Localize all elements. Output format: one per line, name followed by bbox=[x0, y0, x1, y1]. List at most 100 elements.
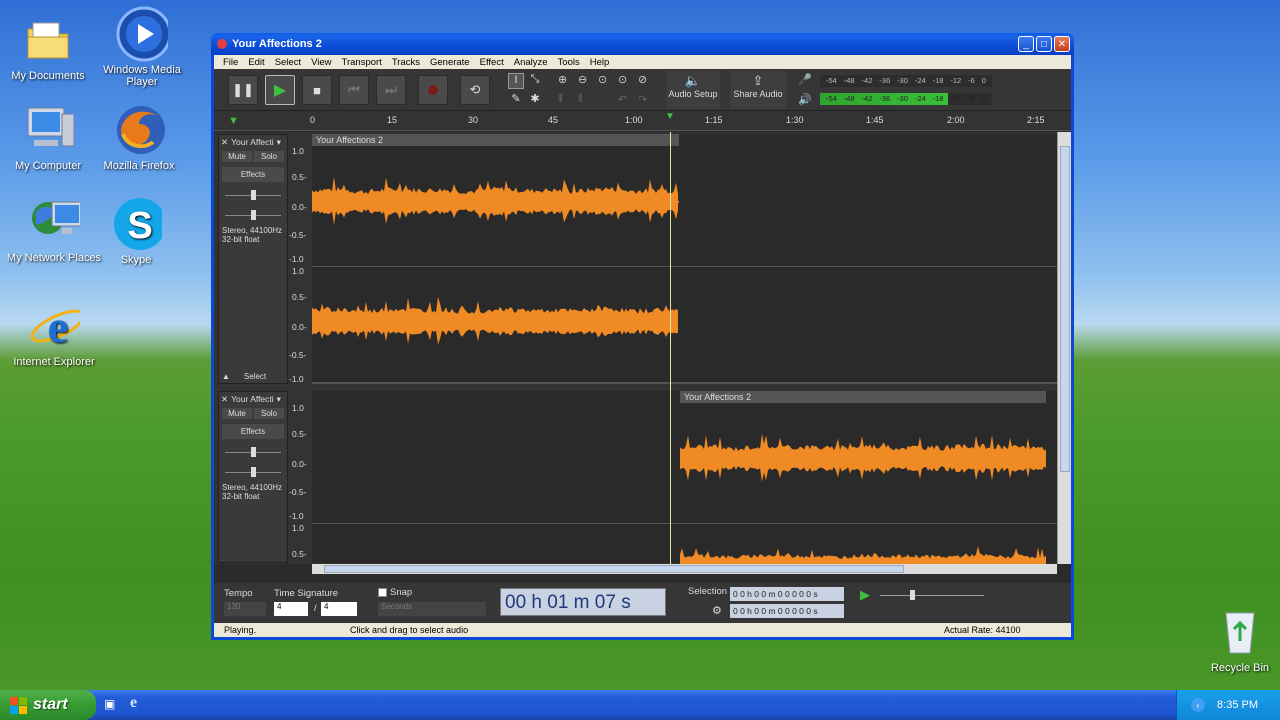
loop-button[interactable]: ⟲ bbox=[460, 75, 490, 105]
menu-file[interactable]: File bbox=[218, 57, 243, 68]
mute-button[interactable]: Mute bbox=[222, 151, 252, 162]
tempo-input[interactable]: 120 bbox=[224, 602, 266, 616]
draw-tool-icon[interactable]: ✎ bbox=[508, 92, 524, 108]
timeline-ruler[interactable]: ▼ 0 15 30 45 1:00 1:15 1:30 1:45 2:00 2:… bbox=[214, 111, 1071, 131]
pan-slider[interactable] bbox=[225, 467, 281, 477]
desktop-icon-windows-media-player[interactable]: Windows Media Player bbox=[100, 6, 184, 88]
track-select-button[interactable]: ▲ Select bbox=[222, 372, 284, 381]
track-header[interactable]: ✕ Your Affecti ▾ bbox=[219, 392, 287, 407]
ruler-tick: 2:15 bbox=[1027, 115, 1045, 125]
microphone-icon[interactable]: 🎤 bbox=[798, 73, 812, 86]
track-waveform-area[interactable]: Your Affections 2 bbox=[312, 391, 1057, 564]
envelope-tool-icon[interactable]: ⤡ bbox=[527, 73, 543, 89]
multi-tool-icon[interactable]: ✱ bbox=[527, 92, 543, 108]
playback-meter[interactable]: -54 -48 -42 -36 -30 -24 -18 -12 -6 0 bbox=[820, 93, 992, 105]
menu-tools[interactable]: Tools bbox=[553, 57, 585, 68]
start-button[interactable]: start bbox=[0, 690, 96, 720]
zoom-toggle-icon[interactable]: ⊘ bbox=[638, 73, 647, 86]
audacity-window: Your Affections 2 _ □ ✕ File Edit Select… bbox=[211, 33, 1074, 640]
svg-text:S: S bbox=[127, 205, 152, 247]
skip-start-button[interactable]: ⏮ bbox=[339, 75, 369, 105]
clip-title[interactable]: Your Affections 2 bbox=[680, 391, 1046, 403]
mute-button[interactable]: Mute bbox=[222, 408, 252, 419]
menu-help[interactable]: Help bbox=[585, 57, 615, 68]
fit-selection-icon[interactable]: ⊙ bbox=[598, 73, 607, 86]
close-track-icon[interactable]: ✕ bbox=[221, 394, 228, 405]
time-display[interactable]: 00 h 01 m 07 s bbox=[500, 588, 666, 616]
track-menu-icon[interactable]: ▾ bbox=[277, 394, 281, 405]
desktop-icon-firefox[interactable]: Mozilla Firefox bbox=[97, 104, 181, 172]
gain-slider[interactable] bbox=[225, 447, 281, 457]
vertical-scrollbar[interactable] bbox=[1057, 132, 1071, 564]
close-button[interactable]: ✕ bbox=[1054, 36, 1070, 52]
desktop-icon-my-network-places[interactable]: My Network Places bbox=[7, 196, 101, 264]
close-track-icon[interactable]: ✕ bbox=[221, 137, 228, 148]
desktop-icon-my-computer[interactable]: My Computer bbox=[6, 104, 90, 172]
share-audio-button[interactable]: ⇪ Share Audio bbox=[730, 71, 786, 109]
menu-effect[interactable]: Effect bbox=[475, 57, 509, 68]
trim-icon[interactable]: ⫴ bbox=[558, 93, 563, 106]
selection-start[interactable]: 0 0 h 0 0 m 0 0 0 0 0 s bbox=[730, 587, 844, 601]
track-name: Your Affecti bbox=[231, 137, 274, 147]
window-titlebar[interactable]: Your Affections 2 bbox=[211, 33, 1074, 55]
solo-button[interactable]: Solo bbox=[254, 151, 284, 162]
menu-view[interactable]: View bbox=[306, 57, 336, 68]
desktop-icon-skype[interactable]: S Skype bbox=[94, 198, 178, 266]
desktop-icon-recycle-bin[interactable]: Recycle Bin bbox=[1198, 606, 1280, 674]
undo-icon[interactable]: ↶ bbox=[618, 93, 627, 106]
menu-generate[interactable]: Generate bbox=[425, 57, 475, 68]
playback-speed-slider[interactable] bbox=[880, 590, 984, 600]
selection-settings-icon[interactable]: ⚙ bbox=[712, 604, 722, 617]
snap-unit-select[interactable]: Seconds bbox=[378, 602, 486, 616]
fit-project-icon[interactable]: ⊙ bbox=[618, 73, 627, 86]
status-state: Playing. bbox=[224, 625, 257, 635]
time-signature-denominator[interactable]: 4 bbox=[321, 602, 357, 616]
app-icon bbox=[217, 39, 227, 49]
selection-tool-icon[interactable]: I bbox=[508, 73, 524, 89]
solo-button[interactable]: Solo bbox=[254, 408, 284, 419]
menu-transport[interactable]: Transport bbox=[337, 57, 387, 68]
zoom-in-icon[interactable]: ⊕ bbox=[558, 73, 567, 86]
menu-analyze[interactable]: Analyze bbox=[509, 57, 553, 68]
quicklaunch-ie-icon[interactable]: e bbox=[130, 694, 137, 712]
audio-setup-button[interactable]: 🔈 Audio Setup bbox=[666, 71, 720, 109]
time-signature-numerator[interactable]: 4 bbox=[274, 602, 308, 616]
redo-icon[interactable]: ↷ bbox=[638, 93, 647, 106]
horizontal-scrollbar[interactable] bbox=[312, 564, 1057, 574]
desktop-icon-internet-explorer[interactable]: e Internet Explorer bbox=[12, 300, 96, 368]
pause-button[interactable]: ❚❚ bbox=[228, 75, 258, 105]
record-meter[interactable]: -54 -48 -42 -36 -30 -24 -18 -12 -6 0 bbox=[820, 75, 992, 87]
clock[interactable]: 8:35 PM bbox=[1217, 699, 1258, 711]
skip-end-button[interactable]: ⏭ bbox=[376, 75, 406, 105]
share-icon: ⇪ bbox=[752, 73, 764, 88]
selection-end[interactable]: 0 0 h 0 0 m 0 0 0 0 0 s bbox=[730, 604, 844, 618]
menu-tracks[interactable]: Tracks bbox=[387, 57, 425, 68]
stop-button[interactable]: ■ bbox=[302, 75, 332, 105]
clip-title[interactable]: Your Affections 2 bbox=[312, 134, 679, 146]
menu-edit[interactable]: Edit bbox=[243, 57, 269, 68]
menu-select[interactable]: Select bbox=[270, 57, 306, 68]
hscroll-thumb[interactable] bbox=[324, 565, 904, 573]
desktop-icon-my-documents[interactable]: My Documents bbox=[6, 14, 90, 82]
tray-expand-icon[interactable]: ‹ bbox=[1191, 698, 1206, 712]
effects-button[interactable]: Effects bbox=[222, 424, 284, 439]
silence-icon[interactable]: ⫴ bbox=[578, 93, 583, 106]
track-header[interactable]: ✕ Your Affecti ▾ bbox=[219, 135, 287, 150]
gain-slider[interactable] bbox=[225, 190, 281, 200]
play-at-speed-icon[interactable]: ▶ bbox=[860, 587, 870, 603]
record-button[interactable] bbox=[418, 75, 448, 105]
zoom-out-icon[interactable]: ⊖ bbox=[578, 73, 587, 86]
minimize-button[interactable]: _ bbox=[1018, 36, 1034, 52]
speaker-meter-icon[interactable]: 🔊 bbox=[798, 93, 812, 106]
window-title: Your Affections 2 bbox=[232, 38, 322, 50]
quicklaunch-desktop-icon[interactable]: ▣ bbox=[104, 697, 115, 711]
snap-checkbox[interactable] bbox=[378, 588, 387, 597]
collapse-icon[interactable]: ▲ bbox=[222, 372, 230, 381]
pan-slider[interactable] bbox=[225, 210, 281, 220]
effects-button[interactable]: Effects bbox=[222, 167, 284, 182]
maximize-button[interactable]: □ bbox=[1036, 36, 1052, 52]
scrollbar-thumb[interactable] bbox=[1060, 146, 1070, 472]
track-menu-icon[interactable]: ▾ bbox=[277, 137, 281, 148]
play-button[interactable]: ▶ bbox=[265, 75, 295, 105]
track-waveform-area[interactable]: Your Affections 2 bbox=[312, 134, 1057, 384]
